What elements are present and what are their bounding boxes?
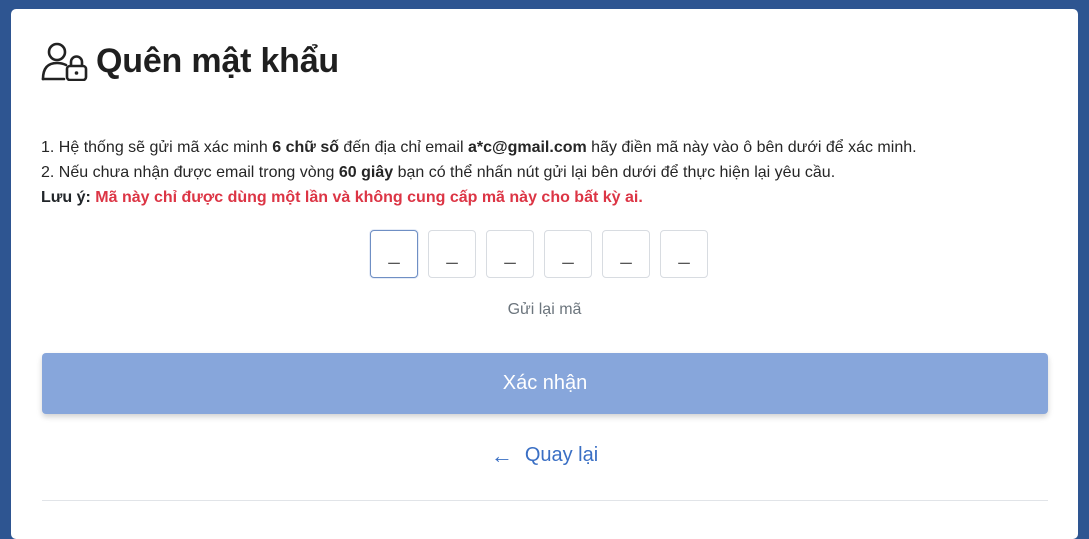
instruction-text: bạn có thể nhấn nút gửi lại bên dưới để … [393,164,836,181]
masked-email: a*c@gmail.com [467,139,587,156]
otp-digit-2[interactable]: _ [428,230,476,278]
instructions: 1. Hệ thống sẽ gửi mã xác minh 6 chữ số … [41,135,917,210]
instruction-text: đến địa chỉ email [338,139,468,156]
back-link[interactable]: ← Quay lại [11,444,1078,467]
page-title: Quên mật khẩu [96,42,340,80]
note-warning: Mã này chỉ được dùng một lần và không cu… [95,189,643,206]
confirm-button[interactable]: Xác nhận [42,353,1048,414]
instruction-text: 2. Nếu chưa nhận được email trong vòng [41,164,339,181]
otp-digit-6[interactable]: _ [660,230,708,278]
instruction-text: 1. Hệ thống sẽ gửi mã xác minh [41,139,273,156]
wait-seconds: 60 giây [338,164,394,181]
arrow-left-icon: ← [490,442,513,468]
otp-digit-4[interactable]: _ [544,230,592,278]
otp-input-group: _ _ _ _ _ _ [370,230,708,278]
note-label: Lưu ý: [41,189,91,206]
instruction-text: hãy điền mã này vào ô bên dưới để xác mi… [586,139,917,156]
instruction-line-1: 1. Hệ thống sẽ gửi mã xác minh 6 chữ số … [41,135,917,160]
divider [42,500,1048,501]
digit-count: 6 chữ số [272,139,339,156]
otp-digit-5[interactable]: _ [602,230,650,278]
resend-code-link[interactable]: Gửi lại mã [11,301,1078,319]
back-label: Quay lại [524,444,599,466]
note-line: Lưu ý: Mã này chỉ được dùng một lần và k… [41,185,917,210]
otp-digit-3[interactable]: _ [486,230,534,278]
forgot-password-card: Quên mật khẩu 1. Hệ thống sẽ gửi mã xác … [11,9,1078,539]
user-lock-icon [41,42,88,81]
instruction-line-2: 2. Nếu chưa nhận được email trong vòng 6… [41,160,917,185]
page-header: Quên mật khẩu [41,41,339,81]
otp-digit-1[interactable]: _ [370,230,418,278]
